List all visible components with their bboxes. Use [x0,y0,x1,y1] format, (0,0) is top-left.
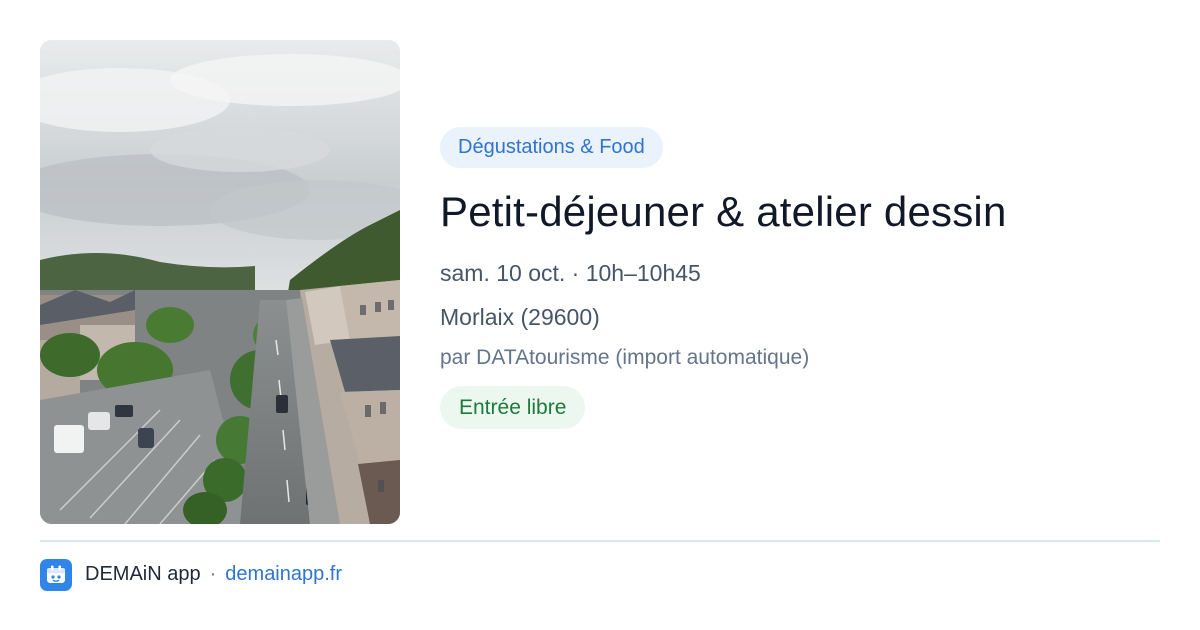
event-datetime: sam. 10 oct. · 10h–10h45 [440,260,701,286]
town-street-photo [40,40,400,524]
event-title: Petit-déjeuner & atelier dessin [440,188,1007,235]
app-website-link[interactable]: demainapp.fr [225,563,342,586]
price-badge: Entrée libre [440,386,586,429]
footer: DEMAiN app · demainapp.fr [40,558,342,591]
category-badge[interactable]: Dégustations & Food [440,127,663,168]
event-location: Morlaix (29600) [440,304,600,330]
app-name: DEMAiN app [85,563,201,585]
footer-divider [40,540,1160,542]
event-organizer: par DATAtourisme (import automatique) [440,346,810,369]
demain-app-logo-icon[interactable] [40,558,72,591]
footer-separator: · [209,563,217,585]
event-photo [40,40,400,524]
event-details: Dégustations & Food Petit-déjeuner & ate… [440,127,1160,429]
